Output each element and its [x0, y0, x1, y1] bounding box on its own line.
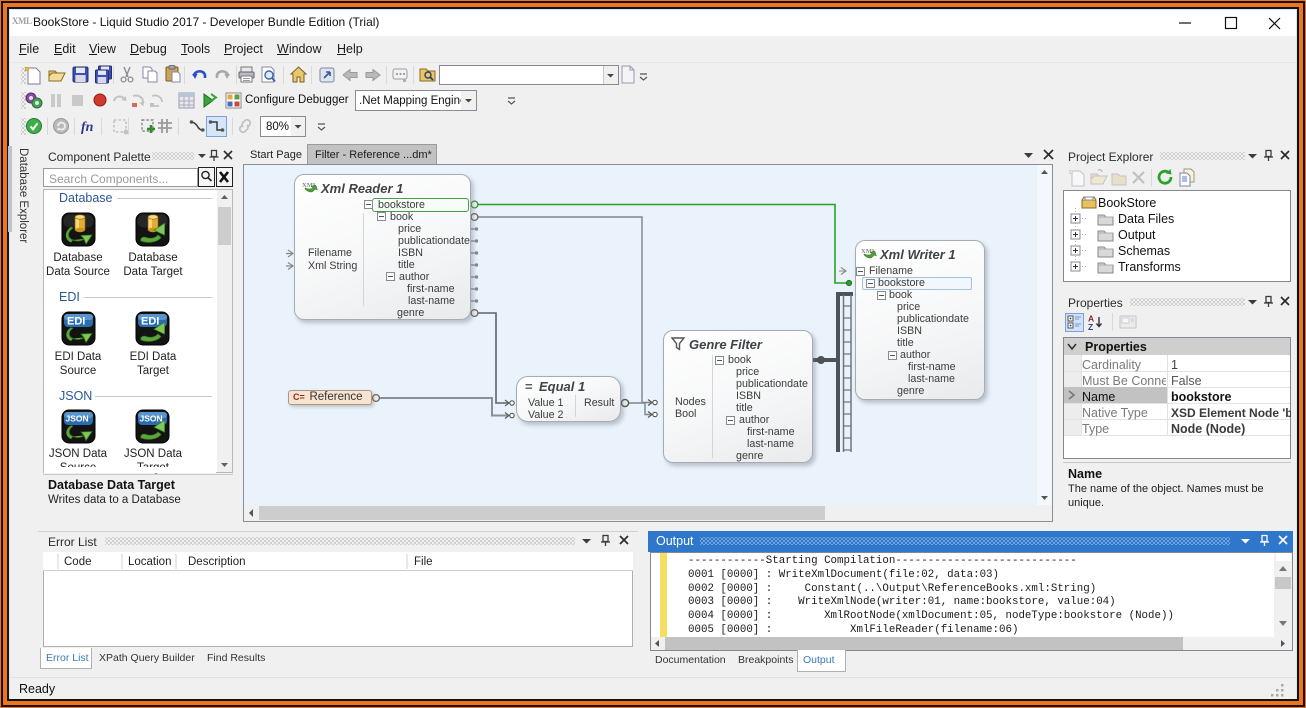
svg-text:EDI: EDI — [141, 316, 159, 328]
svg-text:fn: fn — [81, 120, 94, 135]
svg-text:EDI: EDI — [67, 316, 85, 328]
svg-text:Z: Z — [1088, 322, 1093, 332]
svg-text:JSON: JSON — [66, 414, 89, 424]
svg-text:JSON: JSON — [140, 414, 163, 424]
